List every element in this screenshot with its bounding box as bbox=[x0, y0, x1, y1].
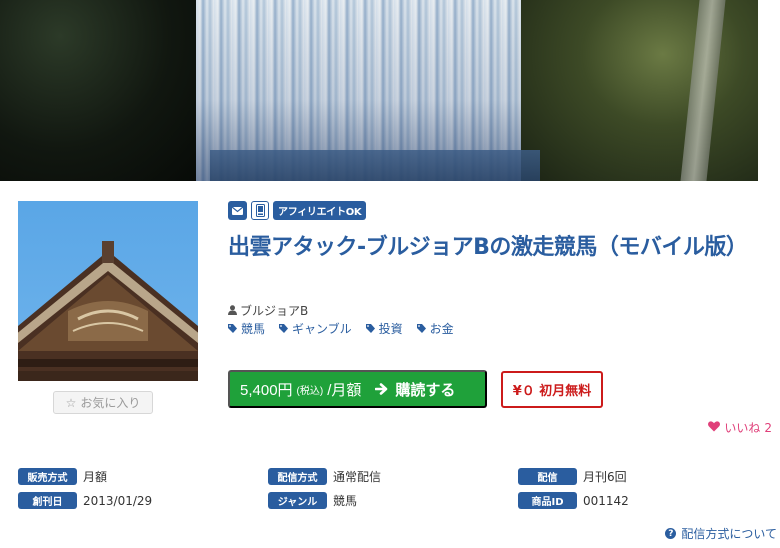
like-button[interactable]: いいね 2 bbox=[708, 419, 772, 436]
author-name: ブルジョアB bbox=[240, 304, 309, 318]
tag-label: 競馬 bbox=[241, 322, 266, 336]
affiliate-ok-badge: アフィリエイトOK bbox=[273, 201, 367, 220]
info-label: 配信方式 bbox=[268, 468, 327, 485]
billing-period: /月額 bbox=[327, 381, 362, 399]
product-title: 出雲アタック-ブルジョアBの激走競馬（モバイル版） bbox=[228, 235, 748, 260]
info-sales-method: 販売方式 月額 bbox=[18, 468, 107, 485]
user-icon bbox=[228, 304, 237, 318]
tax-note: (税込) bbox=[296, 385, 324, 397]
hero-banner-image bbox=[0, 0, 758, 181]
mobile-icon bbox=[251, 201, 269, 220]
delivery-method-help-link[interactable]: ? 配信方式について bbox=[665, 525, 777, 542]
favorite-button[interactable]: ☆ お気に入り bbox=[53, 391, 153, 414]
info-genre: ジャンル 競馬 bbox=[268, 492, 357, 509]
info-label: 創刊日 bbox=[18, 492, 77, 509]
tag-item[interactable]: 投資 bbox=[365, 320, 403, 337]
info-label: 商品ID bbox=[518, 492, 577, 509]
info-value: 月刊6回 bbox=[583, 470, 627, 484]
heart-icon bbox=[708, 420, 721, 435]
tag-icon bbox=[279, 322, 289, 336]
author[interactable]: ブルジョアB bbox=[228, 302, 308, 319]
tag-label: ギャンブル bbox=[292, 322, 352, 336]
product-badges: アフィリエイトOK bbox=[228, 201, 367, 220]
info-label: 販売方式 bbox=[18, 468, 77, 485]
info-value: 2013/01/29 bbox=[83, 493, 153, 508]
question-circle-icon: ? bbox=[665, 528, 677, 539]
like-count: 2 bbox=[764, 420, 772, 435]
price: 5,400円 bbox=[240, 381, 293, 399]
first-month-free-badge: ¥０ 初月無料 bbox=[501, 371, 603, 408]
tag-label: 投資 bbox=[378, 322, 403, 336]
star-outline-icon: ☆ bbox=[65, 395, 77, 410]
info-delivery-method: 配信方式 通常配信 bbox=[268, 468, 381, 485]
info-value: 月額 bbox=[83, 470, 108, 484]
info-value: 001142 bbox=[583, 493, 629, 508]
help-label: 配信方式について bbox=[681, 527, 777, 541]
tag-item[interactable]: 競馬 bbox=[228, 320, 265, 337]
subscribe-label: 購読する bbox=[395, 381, 456, 399]
info-value: 競馬 bbox=[333, 494, 358, 508]
product-thumbnail bbox=[18, 201, 198, 381]
arrow-right-icon bbox=[375, 382, 389, 396]
mail-icon bbox=[228, 201, 247, 220]
tag-list: 競馬 ギャンブル 投資 お金 bbox=[228, 320, 454, 337]
tag-icon bbox=[416, 322, 426, 336]
tag-icon bbox=[365, 322, 375, 336]
subscribe-button[interactable]: 5,400円 (税込) /月額 購読する bbox=[228, 370, 487, 408]
info-delivery: 配信 月刊6回 bbox=[518, 468, 627, 485]
tag-label: お金 bbox=[429, 322, 454, 336]
tag-icon bbox=[228, 322, 237, 336]
info-value: 通常配信 bbox=[333, 470, 382, 484]
info-publish-date: 創刊日 2013/01/29 bbox=[18, 492, 152, 509]
like-label: いいね bbox=[724, 421, 761, 435]
info-product-id: 商品ID 001142 bbox=[518, 492, 629, 509]
favorite-label: お気に入り bbox=[80, 396, 141, 410]
info-label: 配信 bbox=[518, 468, 577, 485]
info-label: ジャンル bbox=[268, 492, 327, 509]
tag-item[interactable]: ギャンブル bbox=[279, 320, 352, 337]
tag-item[interactable]: お金 bbox=[416, 320, 454, 337]
